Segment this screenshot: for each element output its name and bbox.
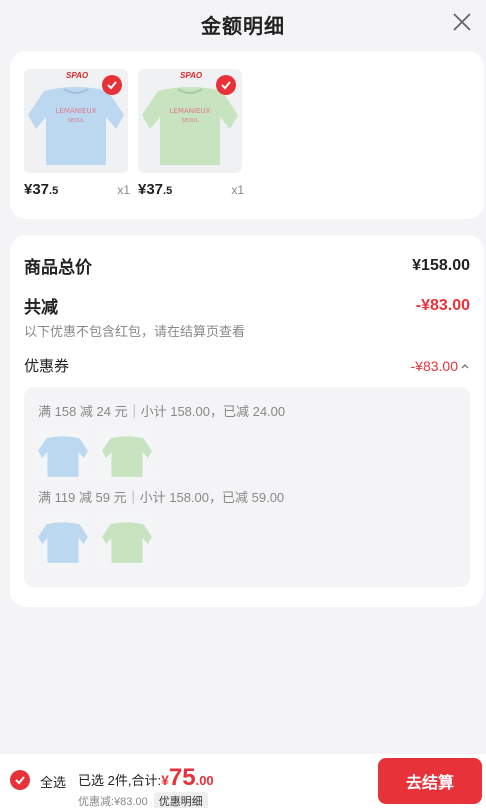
price-row: ¥37.5 x1 (24, 181, 130, 198)
coupon-rule: 满 158 减 24 元｜小计 158.00，已减 24.00 (38, 404, 286, 419)
product-item[interactable]: LEMANIEUX SEOUL SPAO ¥37.5 x1 (138, 69, 246, 198)
coupon-row[interactable]: 优惠券 -¥83.00 (24, 355, 470, 376)
product-thumbnail (36, 513, 90, 567)
svg-text:SEOUL: SEOUL (68, 118, 85, 124)
product-qty: x1 (117, 183, 130, 197)
checkmark-icon[interactable] (216, 75, 236, 95)
total-row: 商品总价 ¥158.00 (24, 253, 470, 278)
page-title: 金额明细 (201, 15, 285, 38)
checkout-button[interactable]: 去结算 (378, 758, 482, 804)
select-all-label[interactable]: 全选 (40, 772, 66, 791)
coupon-rule: 满 119 减 59 元｜小计 158.00，已减 59.00 (38, 490, 285, 505)
select-all-checkbox[interactable] (10, 770, 30, 790)
discount-amount: 优惠减:¥83.00 (78, 796, 148, 808)
product-thumbnail (100, 513, 154, 567)
price-detail-card: 商品总价 ¥158.00 共减 -¥83.00 以下优惠不包含红包，请在结算页查… (10, 235, 484, 607)
brand-logo: SPAO (180, 71, 203, 80)
total-decimal: .00 (195, 773, 214, 788)
checkmark-icon[interactable] (102, 75, 122, 95)
discount-summary: 优惠减:¥83.00 优惠明细 (78, 792, 208, 808)
total-currency: ¥ (161, 772, 169, 788)
coupon-value[interactable]: -¥83.00 (411, 358, 470, 374)
svg-text:LEMANIEUX: LEMANIEUX (56, 107, 97, 115)
svg-text:LEMANIEUX: LEMANIEUX (170, 107, 211, 115)
discount-value: -¥83.00 (415, 296, 470, 314)
selected-products-card: LEMANIEUX SEOUL SPAO ¥37.5 x1 LEMANIEUX … (10, 51, 484, 219)
product-qty: x1 (231, 183, 244, 197)
close-icon[interactable] (450, 10, 474, 34)
total-value: ¥158.00 (412, 256, 470, 274)
price-row: ¥37.5 x1 (138, 181, 244, 198)
product-thumbnail (36, 427, 90, 481)
discount-label: 共减 (24, 298, 58, 317)
total-amount: 75 (168, 764, 196, 791)
brand-logo: SPAO (66, 71, 89, 80)
product-image: LEMANIEUX SEOUL SPAO (24, 69, 128, 173)
discount-row: 共减 -¥83.00 (24, 293, 470, 318)
product-image: LEMANIEUX SEOUL SPAO (138, 69, 242, 173)
total-label: 商品总价 (24, 258, 92, 277)
chevron-up-icon (461, 363, 469, 368)
discount-detail-button[interactable]: 优惠明细 (153, 792, 208, 808)
header: 金额明细 (0, 0, 486, 48)
product-item[interactable]: LEMANIEUX SEOUL SPAO ¥37.5 x1 (24, 69, 132, 198)
svg-text:SEOUL: SEOUL (182, 118, 199, 124)
order-summary: 已选 2件,合计: ¥ 75 .00 (78, 764, 214, 792)
product-price: ¥37.5 (24, 181, 59, 198)
checkout-bar: 全选 已选 2件,合计: ¥ 75 .00 优惠减:¥83.00 优惠明细 去结… (0, 754, 486, 808)
coupon-breakdown: 满 158 减 24 元｜小计 158.00，已减 24.00 满 119 减 … (24, 387, 470, 587)
coupon-label: 优惠券 (24, 358, 70, 375)
product-price: ¥37.5 (138, 181, 173, 198)
product-thumbnail (100, 427, 154, 481)
discount-note: 以下优惠不包含红包，请在结算页查看 (24, 324, 246, 339)
selected-count: 已选 2件,合计: (78, 773, 162, 788)
